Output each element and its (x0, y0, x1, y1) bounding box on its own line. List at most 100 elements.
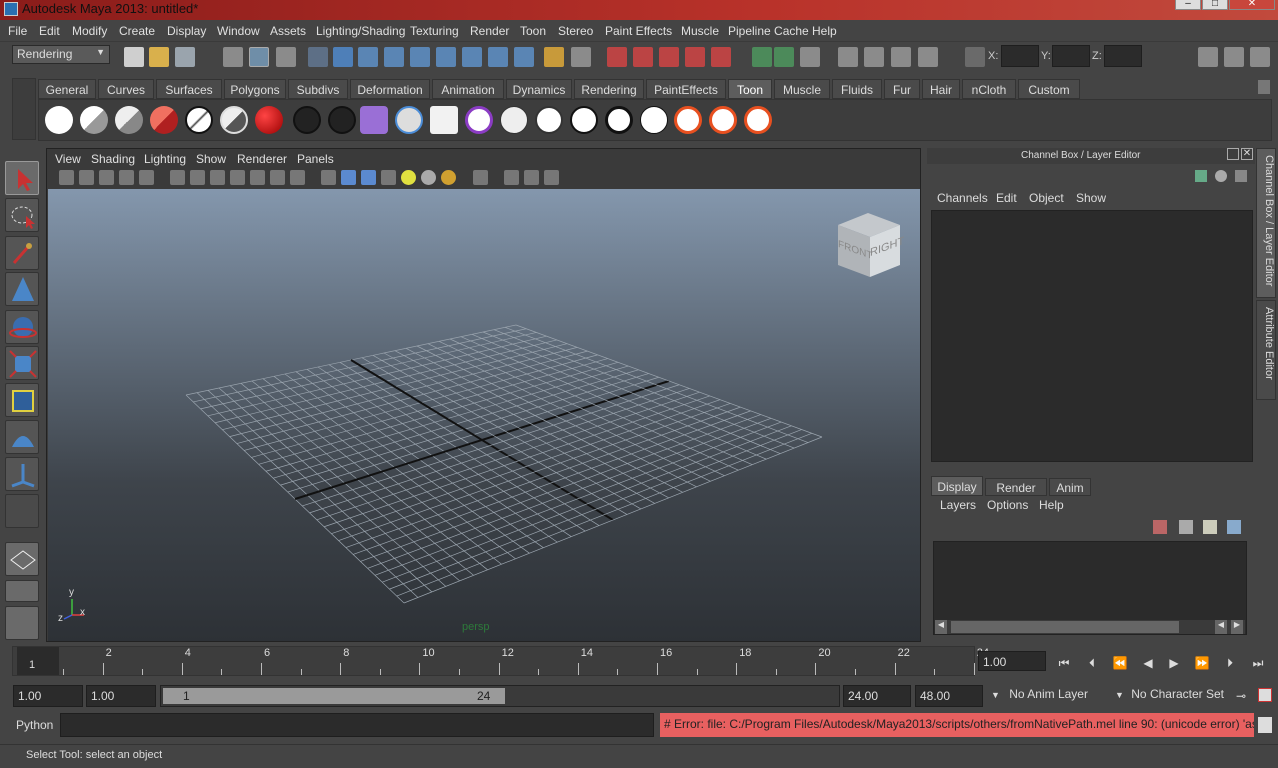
ipr-render-icon[interactable] (891, 47, 911, 67)
image-plane-icon[interactable] (119, 170, 134, 185)
show-attribute-editor-icon[interactable] (1198, 47, 1218, 67)
step-forward-frame-icon[interactable]: ⏵ (1220, 656, 1240, 672)
toon-shader-red-icon[interactable] (150, 106, 178, 134)
shelf-tab-deformation[interactable]: Deformation (350, 79, 430, 99)
shelf-options[interactable] (12, 78, 36, 140)
shelf-tab-dynamics[interactable]: Dynamics (506, 79, 572, 99)
menu-lighting-shading[interactable]: Lighting/Shading (316, 24, 405, 38)
shelf-tab-subdivs[interactable]: Subdivs (288, 79, 348, 99)
speed-icon[interactable] (1215, 170, 1227, 182)
select-rendering-icon[interactable] (488, 47, 508, 67)
channels-menu-channels[interactable]: Channels (937, 191, 988, 205)
lasso-tool-icon[interactable] (5, 198, 39, 232)
toon-highlight-icon[interactable] (709, 106, 737, 134)
toon-shader-gray-icon[interactable] (115, 106, 143, 134)
range-slider-bar[interactable]: 1 24 (163, 688, 505, 704)
shelf-tab-polygons[interactable]: Polygons (224, 79, 286, 99)
textured-icon[interactable] (381, 170, 396, 185)
show-channel-box-icon[interactable] (1250, 47, 1270, 67)
toon-shader-dark-icon[interactable] (220, 106, 248, 134)
channel-list[interactable] (931, 210, 1253, 462)
playback-end-field[interactable]: 24.00 (843, 685, 911, 707)
new-layer-icon[interactable] (1203, 520, 1217, 534)
mask-dropdown-icon[interactable] (308, 47, 328, 67)
layer-menu-options[interactable]: Options (987, 498, 1028, 512)
menu-edit[interactable]: Edit (39, 24, 60, 38)
manipulator-icon[interactable] (1195, 170, 1207, 182)
menu-muscle[interactable]: Muscle (681, 24, 719, 38)
shelf-tab-surfaces[interactable]: Surfaces (156, 79, 222, 99)
scroll-left-end-icon[interactable]: ◀ (1215, 620, 1227, 634)
toon-profile-icon[interactable] (465, 106, 493, 134)
make-live-icon[interactable] (711, 47, 731, 67)
layer-tab-render[interactable]: Render (985, 478, 1047, 496)
shelf-tab-fur[interactable]: Fur (884, 79, 920, 99)
menu-help[interactable]: Help (812, 24, 837, 38)
menu-set-dropdown[interactable]: Rendering ▼ (12, 45, 110, 64)
step-back-key-icon[interactable]: ⏪ (1110, 656, 1130, 672)
camera-attributes-icon[interactable] (79, 170, 94, 185)
menu-window[interactable]: Window (217, 24, 260, 38)
toon-shader-white-icon[interactable] (45, 106, 73, 134)
shelf-tab-toon[interactable]: Toon (728, 79, 772, 99)
scale-tool-icon[interactable] (5, 346, 39, 380)
toon-line-icon[interactable] (570, 106, 598, 134)
layer-tab-display[interactable]: Display (931, 476, 983, 496)
highlight-selection-icon[interactable] (571, 47, 591, 67)
new-scene-icon[interactable] (124, 47, 144, 67)
select-surfaces-icon[interactable] (410, 47, 430, 67)
play-forwards-icon[interactable]: ▶ (1164, 656, 1184, 672)
render-current-frame-icon[interactable] (864, 47, 884, 67)
output-ops-icon[interactable] (774, 47, 794, 67)
single-perspective-layout-icon[interactable] (5, 542, 39, 576)
snap-to-view-plane-icon[interactable] (685, 47, 705, 67)
hyper-icon[interactable] (1235, 170, 1247, 182)
layer-scrollbar[interactable]: ◀ ◀ ▶ (935, 620, 1245, 634)
menu-stereo[interactable]: Stereo (558, 24, 593, 38)
bookmarks-icon[interactable] (99, 170, 114, 185)
shelf-tab-curves[interactable]: Curves (98, 79, 154, 99)
menu-modify[interactable]: Modify (72, 24, 107, 38)
key-icon[interactable]: ⊸ (1236, 689, 1246, 703)
script-editor-icon[interactable] (1258, 717, 1272, 733)
trash-icon[interactable] (1258, 80, 1270, 94)
menu-assets[interactable]: Assets (270, 24, 306, 38)
menu-toon[interactable]: Toon (520, 24, 546, 38)
snap-to-grid-icon[interactable] (607, 47, 627, 67)
playback-start-field[interactable]: 1.00 (86, 685, 156, 707)
character-set-dropdown[interactable]: ▼ No Character Set (1110, 685, 1234, 707)
field-chart-icon[interactable] (250, 170, 265, 185)
side-tab-channel-box[interactable]: Channel Box / Layer Editor (1256, 148, 1276, 298)
toon-settings-icon[interactable] (430, 106, 458, 134)
input-ops-icon[interactable] (752, 47, 772, 67)
viewport-menu-lighting[interactable]: Lighting (144, 152, 186, 166)
select-component-icon[interactable] (276, 47, 296, 67)
menu-pipeline-cache[interactable]: Pipeline Cache (728, 24, 809, 38)
time-slider[interactable]: 1 24681012141618202224 (12, 646, 989, 676)
shelf-tab-muscle[interactable]: Muscle (774, 79, 830, 99)
go-to-start-icon[interactable]: ⏮ (1054, 656, 1074, 672)
safe-action-icon[interactable] (270, 170, 285, 185)
viewport-menu-view[interactable]: View (55, 152, 81, 166)
shelf-tab-fluids[interactable]: Fluids (832, 79, 882, 99)
xray-components-icon[interactable] (544, 170, 559, 185)
default-lighting-icon[interactable] (401, 170, 416, 185)
viewport-menu-panels[interactable]: Panels (297, 152, 334, 166)
grid-icon[interactable] (170, 170, 185, 185)
open-scene-icon[interactable] (149, 47, 169, 67)
command-input[interactable] (60, 713, 654, 737)
scroll-thumb[interactable] (951, 621, 1179, 633)
isolate-select-icon[interactable] (473, 170, 488, 185)
anim-layer-dropdown[interactable]: ▼ No Anim Layer (986, 685, 1122, 707)
wireframe-icon[interactable] (321, 170, 336, 185)
scroll-left-icon[interactable]: ◀ (935, 620, 947, 634)
shelf-tab-animation[interactable]: Animation (432, 79, 504, 99)
perspective-view[interactable]: FRONT RIGHT y x z persp (48, 189, 920, 641)
menu-paint-effects[interactable]: Paint Effects (605, 24, 672, 38)
menu-create[interactable]: Create (119, 24, 155, 38)
select-camera-icon[interactable] (59, 170, 74, 185)
safe-title-icon[interactable] (290, 170, 305, 185)
soft-modification-icon[interactable] (5, 420, 39, 454)
transform-input-icon[interactable] (965, 47, 985, 67)
close-panel-icon[interactable]: ✕ (1241, 148, 1253, 160)
